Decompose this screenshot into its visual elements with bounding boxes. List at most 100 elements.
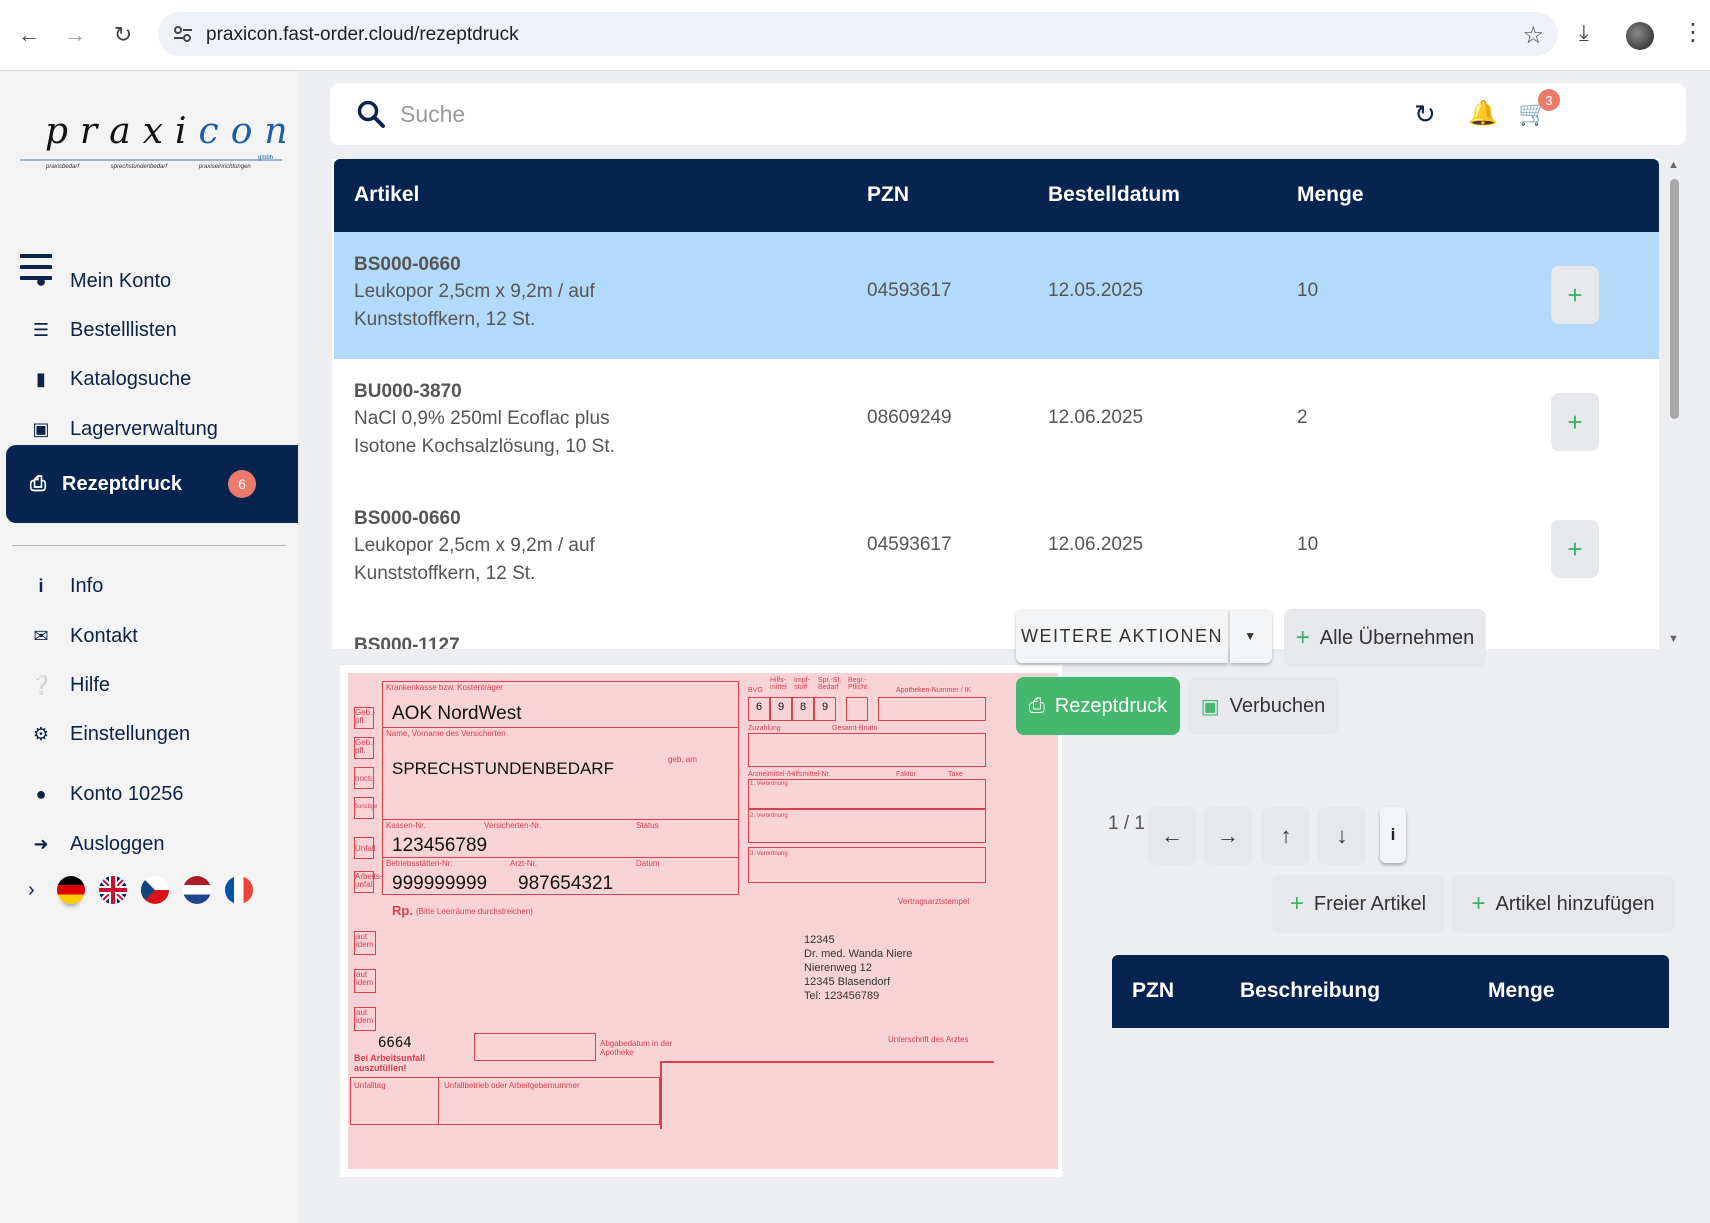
- scroll-up-icon[interactable]: ▲: [1668, 159, 1679, 171]
- bell-icon[interactable]: 🔔: [1468, 99, 1498, 128]
- sidebar-item-kontakt[interactable]: ✉ Kontakt: [0, 616, 298, 656]
- logout-icon: ➜: [33, 833, 49, 854]
- items-table-header: PZN Beschreibung Menge: [1112, 955, 1669, 1028]
- rezeptdruck-button[interactable]: ⎙ Rezeptdruck: [1016, 677, 1180, 735]
- chevron-right-icon[interactable]: ›: [28, 879, 35, 902]
- arrow-down-icon: ↓: [1336, 823, 1348, 848]
- printer-icon: ⎙: [1028, 694, 1045, 717]
- col-pzn[interactable]: PZN: [867, 183, 909, 207]
- sidebar: praxicon praxisbedarf sprechstundenbedar…: [0, 71, 298, 1223]
- sidebar-item-konto[interactable]: ● Konto 10256: [0, 774, 298, 814]
- refresh-icon[interactable]: ↻: [1414, 99, 1436, 130]
- list-icon: ☰: [32, 319, 50, 340]
- rx-kasse: AOK NordWest: [392, 703, 522, 724]
- site-settings-icon[interactable]: [172, 24, 194, 44]
- table-row[interactable]: BS000-0660 Leukopor 2,5cm x 9,2m / auf K…: [334, 232, 1659, 359]
- rx-bs-nr: 999999999: [392, 873, 488, 894]
- url-text[interactable]: praxicon.fast-order.cloud/rezeptdruck: [206, 24, 519, 46]
- sidebar-item-lagerverwaltung[interactable]: ▣ Lagerverwaltung: [0, 409, 298, 449]
- sidebar-item-einstellungen[interactable]: ⚙ Einstellungen: [0, 714, 298, 754]
- flag-fr-icon[interactable]: [224, 876, 253, 904]
- weitere-aktionen-dropdown[interactable]: ▼: [1230, 609, 1272, 663]
- sidebar-item-katalogsuche[interactable]: ▮ Katalogsuche: [0, 359, 298, 399]
- orders-table-header: Artikel PZN Bestelldatum Menge: [334, 159, 1659, 232]
- prescription-form: Geb.- pfl. Geb.- pfl. noctu Sonstige Unf…: [348, 673, 1058, 1169]
- flag-cs-icon[interactable]: [140, 876, 169, 904]
- printer-icon: ⎙: [30, 472, 46, 495]
- arrow-left-button[interactable]: ←: [1148, 807, 1196, 865]
- freier-artikel-button[interactable]: + Freier Artikel: [1272, 875, 1444, 933]
- cart-count-badge: 3: [1538, 89, 1560, 111]
- page-indicator: 1 / 1: [1108, 813, 1145, 834]
- book-icon: ▮: [36, 368, 46, 389]
- box-icon: ▣: [32, 418, 50, 439]
- sidebar-item-hilfe[interactable]: ❔ Hilfe: [0, 665, 298, 705]
- orders-scrollbar[interactable]: ▲ ▼: [1666, 159, 1682, 649]
- question-icon: ❔: [30, 674, 53, 695]
- add-row-button[interactable]: +: [1551, 393, 1599, 451]
- search-input[interactable]: [400, 97, 1200, 131]
- scroll-down-icon[interactable]: ▼: [1668, 633, 1679, 645]
- flag-de-icon[interactable]: [56, 876, 85, 904]
- rx-arzt-nr: 987654321: [518, 873, 614, 894]
- back-icon[interactable]: ←: [14, 20, 44, 50]
- add-row-button[interactable]: +: [1551, 520, 1599, 578]
- profile-avatar[interactable]: [1626, 22, 1654, 50]
- col-beschreibung[interactable]: Beschreibung: [1240, 979, 1380, 1003]
- browser-bar: ← → ↻ praxicon.fast-order.cloud/rezeptdr…: [0, 0, 1710, 71]
- sidebar-item-rezeptdruck[interactable]: ⎙ Rezeptdruck 6: [6, 445, 298, 523]
- col-menge[interactable]: Menge: [1297, 183, 1364, 207]
- bookmark-star-icon[interactable]: ☆: [1522, 21, 1544, 50]
- rx-patient-name: SPRECHSTUNDENBEDARF: [392, 759, 614, 778]
- sidebar-item-mein-konto[interactable]: ● Mein Konto: [0, 261, 298, 301]
- flag-nl-icon[interactable]: [182, 876, 211, 904]
- plus-icon: +: [1295, 624, 1310, 651]
- table-row[interactable]: BU000-3870 NaCl 0,9% 250ml Ecoflac plus …: [334, 359, 1659, 486]
- sidebar-item-bestelllisten[interactable]: ☰ Bestelllisten: [0, 310, 298, 350]
- user-icon: ●: [35, 783, 47, 804]
- caret-down-icon: ▼: [1244, 629, 1258, 643]
- table-row[interactable]: BS000-0660 Leukopor 2,5cm x 9,2m / auf K…: [334, 486, 1659, 613]
- praxicon-logo[interactable]: praxicon praxisbedarf sprechstundenbedar…: [20, 101, 288, 191]
- verbuchen-button[interactable]: ▣ Verbuchen: [1188, 677, 1338, 735]
- alle-uebernehmen-button[interactable]: + Alle Übernehmen: [1284, 609, 1486, 667]
- forward-icon[interactable]: →: [60, 20, 90, 50]
- prescription-preview: Geb.- pfl. Geb.- pfl. noctu Sonstige Unf…: [340, 665, 1062, 1177]
- arrow-up-button[interactable]: ↑: [1262, 807, 1310, 865]
- arrow-right-icon: →: [1217, 823, 1239, 848]
- sidebar-divider: [12, 545, 286, 546]
- gear-icon: ⚙: [32, 723, 50, 744]
- user-icon: ●: [35, 270, 47, 291]
- browser-menu-icon[interactable]: ⋮: [1681, 18, 1705, 47]
- artikel-hinzufuegen-button[interactable]: + Artikel hinzufügen: [1452, 875, 1674, 933]
- arrow-down-button[interactable]: ↓: [1318, 807, 1366, 865]
- weitere-aktionen-button[interactable]: WEITERE AKTIONEN: [1016, 609, 1228, 663]
- col-menge[interactable]: Menge: [1488, 979, 1555, 1003]
- flag-en-icon[interactable]: [98, 876, 127, 904]
- main-content: ↻ 🔔 🛒 3 Artikel PZN Bestelldatum Menge B…: [298, 71, 1710, 1223]
- sidebar-item-info[interactable]: i Info: [0, 566, 298, 606]
- col-bestelldatum[interactable]: Bestelldatum: [1048, 183, 1180, 207]
- col-pzn[interactable]: PZN: [1132, 979, 1174, 1003]
- plus-icon: +: [1471, 890, 1486, 917]
- search-icon[interactable]: [356, 99, 386, 129]
- arrow-up-icon: ↑: [1280, 823, 1292, 848]
- rx-doctor-stamp: 12345 Dr. med. Wanda Niere Nierenweg 12 …: [804, 934, 913, 1002]
- arrow-right-button[interactable]: →: [1204, 807, 1252, 865]
- language-switcher: ›: [28, 876, 267, 904]
- add-row-button[interactable]: +: [1551, 266, 1599, 324]
- info-button[interactable]: i: [1380, 807, 1406, 863]
- address-bar[interactable]: praxicon.fast-order.cloud/rezeptdruck ☆: [158, 12, 1558, 56]
- arrow-left-icon: ←: [1161, 823, 1183, 848]
- download-icon[interactable]: ⤓: [1579, 20, 1589, 46]
- orders-table: Artikel PZN Bestelldatum Menge BS000-066…: [332, 159, 1659, 649]
- rx-kassen-nr: 123456789: [392, 835, 488, 856]
- search-bar: ↻ 🔔 🛒 3: [330, 83, 1686, 145]
- reload-icon[interactable]: ↻: [108, 20, 138, 50]
- info-icon: i: [38, 575, 44, 596]
- envelope-icon: ✉: [33, 625, 49, 646]
- sidebar-item-ausloggen[interactable]: ➜ Ausloggen: [0, 824, 298, 864]
- rezeptdruck-count-badge: 6: [228, 470, 256, 498]
- col-artikel[interactable]: Artikel: [354, 183, 419, 207]
- scrollbar-thumb[interactable]: [1670, 179, 1679, 419]
